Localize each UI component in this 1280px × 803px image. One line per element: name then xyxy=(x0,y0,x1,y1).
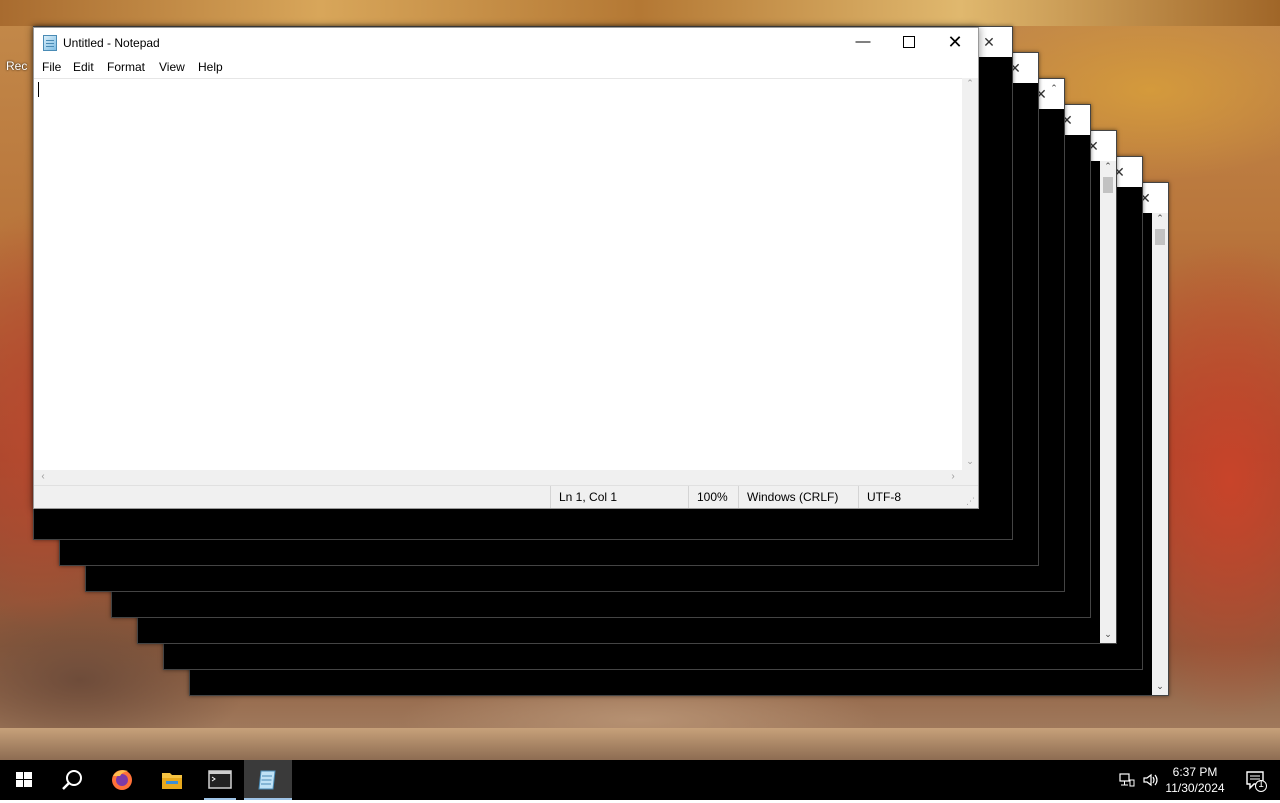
notification-icon xyxy=(1246,771,1267,792)
menu-edit[interactable]: Edit xyxy=(73,60,94,74)
scroll-down-icon[interactable]: ⌄ xyxy=(1100,629,1116,643)
notepad-window[interactable]: Untitled - Notepad — ✕ File Edit Format … xyxy=(33,27,979,509)
window-title: Untitled - Notepad xyxy=(63,36,160,50)
menu-help[interactable]: Help xyxy=(198,60,223,74)
scroll-up-icon[interactable]: ⌃ xyxy=(1100,161,1116,175)
resize-grip-icon[interactable]: ⋰ xyxy=(966,496,976,506)
vertical-scrollbar[interactable]: ⌃ ⌄ xyxy=(1100,161,1116,643)
recycle-bin-label[interactable]: Rec xyxy=(6,59,27,73)
maximize-icon xyxy=(903,36,915,49)
vertical-scrollbar[interactable]: ⌃ ⌄ xyxy=(1152,213,1168,695)
menu-format[interactable]: Format xyxy=(107,60,145,74)
text-editor[interactable] xyxy=(34,78,962,470)
horizontal-scrollbar[interactable]: ‹ › xyxy=(34,470,962,486)
notepad-icon xyxy=(258,770,276,790)
start-icon xyxy=(16,772,32,787)
taskbar: 6:37 PM 11/30/2024 1 xyxy=(0,760,1280,800)
status-bar: Ln 1, Col 1 100% Windows (CRLF) UTF-8 ⋰ xyxy=(34,485,978,508)
terminal-button[interactable] xyxy=(196,760,244,800)
close-button[interactable]: ✕ xyxy=(932,28,978,58)
status-zoom: 100% xyxy=(688,486,738,508)
menu-bar: File Edit Format View Help xyxy=(34,58,978,78)
scroll-left-icon[interactable]: ‹ xyxy=(36,471,50,482)
scroll-up-icon[interactable]: ⌃ xyxy=(962,78,978,92)
scroll-up-icon[interactable]: ⌃ xyxy=(1046,83,1062,97)
file-explorer-icon xyxy=(162,773,182,789)
system-clock[interactable]: 6:37 PM 11/30/2024 xyxy=(1160,764,1230,796)
minimize-button[interactable]: — xyxy=(840,28,886,58)
start-button[interactable] xyxy=(0,760,48,800)
volume-icon[interactable] xyxy=(1141,771,1159,789)
clock-time: 6:37 PM xyxy=(1172,765,1218,779)
wallpaper-frame xyxy=(0,0,1280,26)
notification-count: 1 xyxy=(1258,779,1264,790)
firefox-icon xyxy=(112,770,132,790)
scroll-thumb[interactable] xyxy=(1155,229,1165,245)
maximize-button[interactable] xyxy=(886,28,932,58)
status-line-endings: Windows (CRLF) xyxy=(738,486,858,508)
search-icon xyxy=(62,770,82,790)
vertical-scrollbar[interactable]: ⌃ xyxy=(1046,83,1064,105)
scroll-down-icon[interactable]: ⌄ xyxy=(1152,681,1168,695)
scroll-thumb[interactable] xyxy=(1103,177,1113,193)
network-icon[interactable] xyxy=(1118,771,1136,789)
menu-view[interactable]: View xyxy=(159,60,185,74)
title-bar[interactable]: Untitled - Notepad — ✕ xyxy=(34,28,978,58)
wallpaper-stage xyxy=(0,728,1280,760)
vertical-scrollbar[interactable]: ⌃ ⌄ xyxy=(962,78,978,470)
search-button[interactable] xyxy=(48,760,96,800)
close-icon[interactable]: ✕ xyxy=(980,33,998,51)
notepad-icon xyxy=(43,35,57,51)
terminal-icon xyxy=(208,770,232,789)
notepad-taskbar-button[interactable] xyxy=(244,760,292,800)
clock-date: 11/30/2024 xyxy=(1165,781,1225,795)
status-encoding: UTF-8 xyxy=(858,486,958,508)
scroll-up-icon[interactable]: ⌃ xyxy=(1152,213,1168,227)
status-position: Ln 1, Col 1 xyxy=(550,486,688,508)
scroll-down-icon[interactable]: ⌄ xyxy=(962,456,978,470)
action-center-button[interactable]: 1 xyxy=(1232,760,1280,800)
scroll-corner xyxy=(962,470,978,486)
file-explorer-button[interactable] xyxy=(148,760,196,800)
firefox-button[interactable] xyxy=(98,760,146,800)
scroll-right-icon[interactable]: › xyxy=(946,471,960,482)
text-caret xyxy=(38,82,39,97)
menu-file[interactable]: File xyxy=(42,60,61,74)
